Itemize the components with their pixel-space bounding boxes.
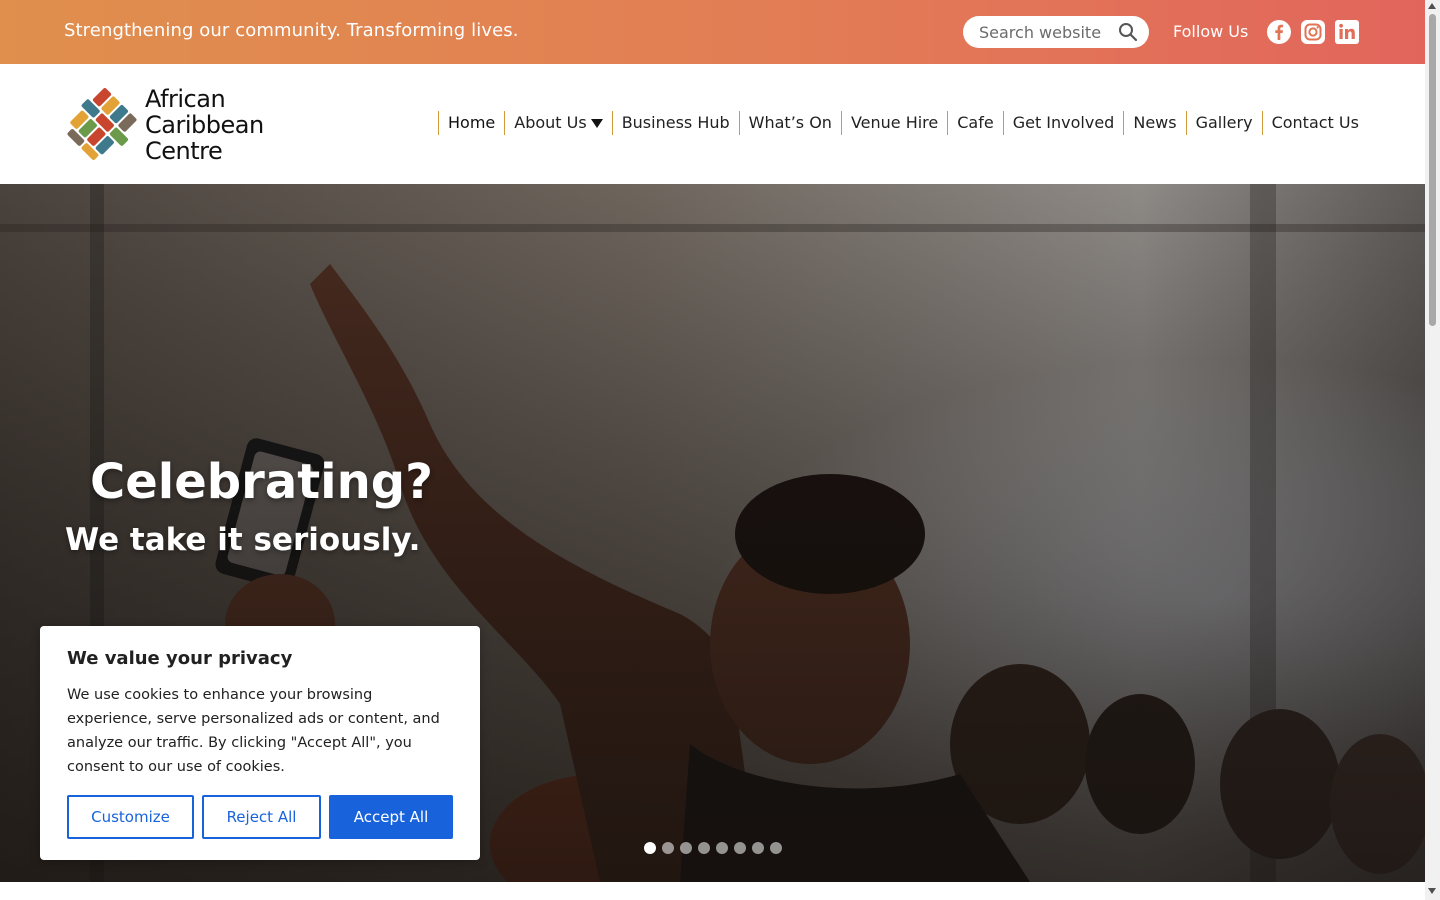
scrollbar-thumb[interactable] bbox=[1429, 14, 1436, 326]
nav-label: News bbox=[1133, 113, 1177, 132]
search-input[interactable] bbox=[979, 22, 1109, 42]
logo-line: African bbox=[145, 85, 226, 113]
slider-dot[interactable] bbox=[716, 842, 728, 854]
logo-text: African Caribbean Centre bbox=[145, 86, 264, 164]
nav-label: About Us bbox=[514, 113, 587, 132]
cookie-title: We value your privacy bbox=[67, 648, 293, 669]
hero-subtitle: We take it seriously. bbox=[65, 522, 421, 558]
customize-button[interactable]: Customize bbox=[67, 795, 194, 839]
logo-mark-icon bbox=[67, 88, 137, 160]
tagline: Strengthening our community. Transformin… bbox=[64, 20, 519, 41]
logo-line: Caribbean bbox=[145, 111, 264, 139]
nav-item-gallery[interactable]: Gallery bbox=[1185, 111, 1262, 135]
nav-item-cafe[interactable]: Cafe bbox=[947, 111, 1002, 135]
search-icon[interactable] bbox=[1118, 22, 1138, 42]
slider-dot[interactable] bbox=[680, 842, 692, 854]
nav-item-get-involved[interactable]: Get Involved bbox=[1002, 111, 1124, 135]
slider-dot[interactable] bbox=[734, 842, 746, 854]
nav-label: Home bbox=[448, 113, 496, 132]
nav-item-news[interactable]: News bbox=[1123, 111, 1185, 135]
nav-item-home[interactable]: Home bbox=[438, 111, 504, 135]
slider-dot[interactable] bbox=[662, 842, 674, 854]
facebook-icon[interactable] bbox=[1266, 19, 1292, 45]
nav-item-contact-us[interactable]: Contact Us bbox=[1261, 111, 1368, 135]
slider-dot[interactable] bbox=[752, 842, 764, 854]
scroll-up-arrow-icon[interactable] bbox=[1428, 3, 1436, 9]
slider-dot[interactable] bbox=[698, 842, 710, 854]
accept-all-button[interactable]: Accept All bbox=[329, 795, 453, 839]
reject-all-button[interactable]: Reject All bbox=[202, 795, 321, 839]
nav-item-business-hub[interactable]: Business Hub bbox=[611, 111, 739, 135]
nav-label: Venue Hire bbox=[850, 113, 939, 132]
nav-item-whats-on[interactable]: What’s On bbox=[738, 111, 841, 135]
nav-label: Cafe bbox=[957, 113, 994, 132]
nav-label: Contact Us bbox=[1271, 113, 1359, 132]
instagram-icon[interactable] bbox=[1300, 19, 1326, 45]
linkedin-icon[interactable] bbox=[1334, 19, 1360, 45]
site-header: African Caribbean Centre Home About Us B… bbox=[0, 64, 1425, 184]
nav-label: Get Involved bbox=[1012, 113, 1115, 132]
cookie-description: We use cookies to enhance your browsing … bbox=[67, 687, 440, 775]
logo[interactable]: African Caribbean Centre bbox=[64, 86, 274, 164]
logo-line: Centre bbox=[145, 137, 223, 165]
main-nav: Home About Us Business Hub What’s On Ven… bbox=[438, 110, 1368, 136]
hero-title: Celebrating? bbox=[90, 454, 433, 510]
page-scrollbar[interactable] bbox=[1425, 0, 1440, 900]
slider-dot[interactable] bbox=[644, 842, 656, 854]
slider-dots bbox=[644, 842, 782, 854]
nav-label: Gallery bbox=[1195, 113, 1253, 132]
caret-down-icon bbox=[590, 118, 603, 128]
search-box[interactable] bbox=[963, 16, 1149, 48]
nav-item-about-us[interactable]: About Us bbox=[504, 111, 611, 135]
nav-label: What’s On bbox=[748, 113, 832, 132]
nav-label: Business Hub bbox=[621, 113, 730, 132]
follow-us-label: Follow Us bbox=[1173, 22, 1249, 41]
cookie-consent-banner: We value your privacy We use cookies to … bbox=[40, 626, 480, 860]
slider-dot[interactable] bbox=[770, 842, 782, 854]
nav-item-venue-hire[interactable]: Venue Hire bbox=[840, 111, 947, 135]
scroll-down-arrow-icon[interactable] bbox=[1428, 888, 1436, 894]
top-bar: Strengthening our community. Transformin… bbox=[0, 0, 1425, 64]
